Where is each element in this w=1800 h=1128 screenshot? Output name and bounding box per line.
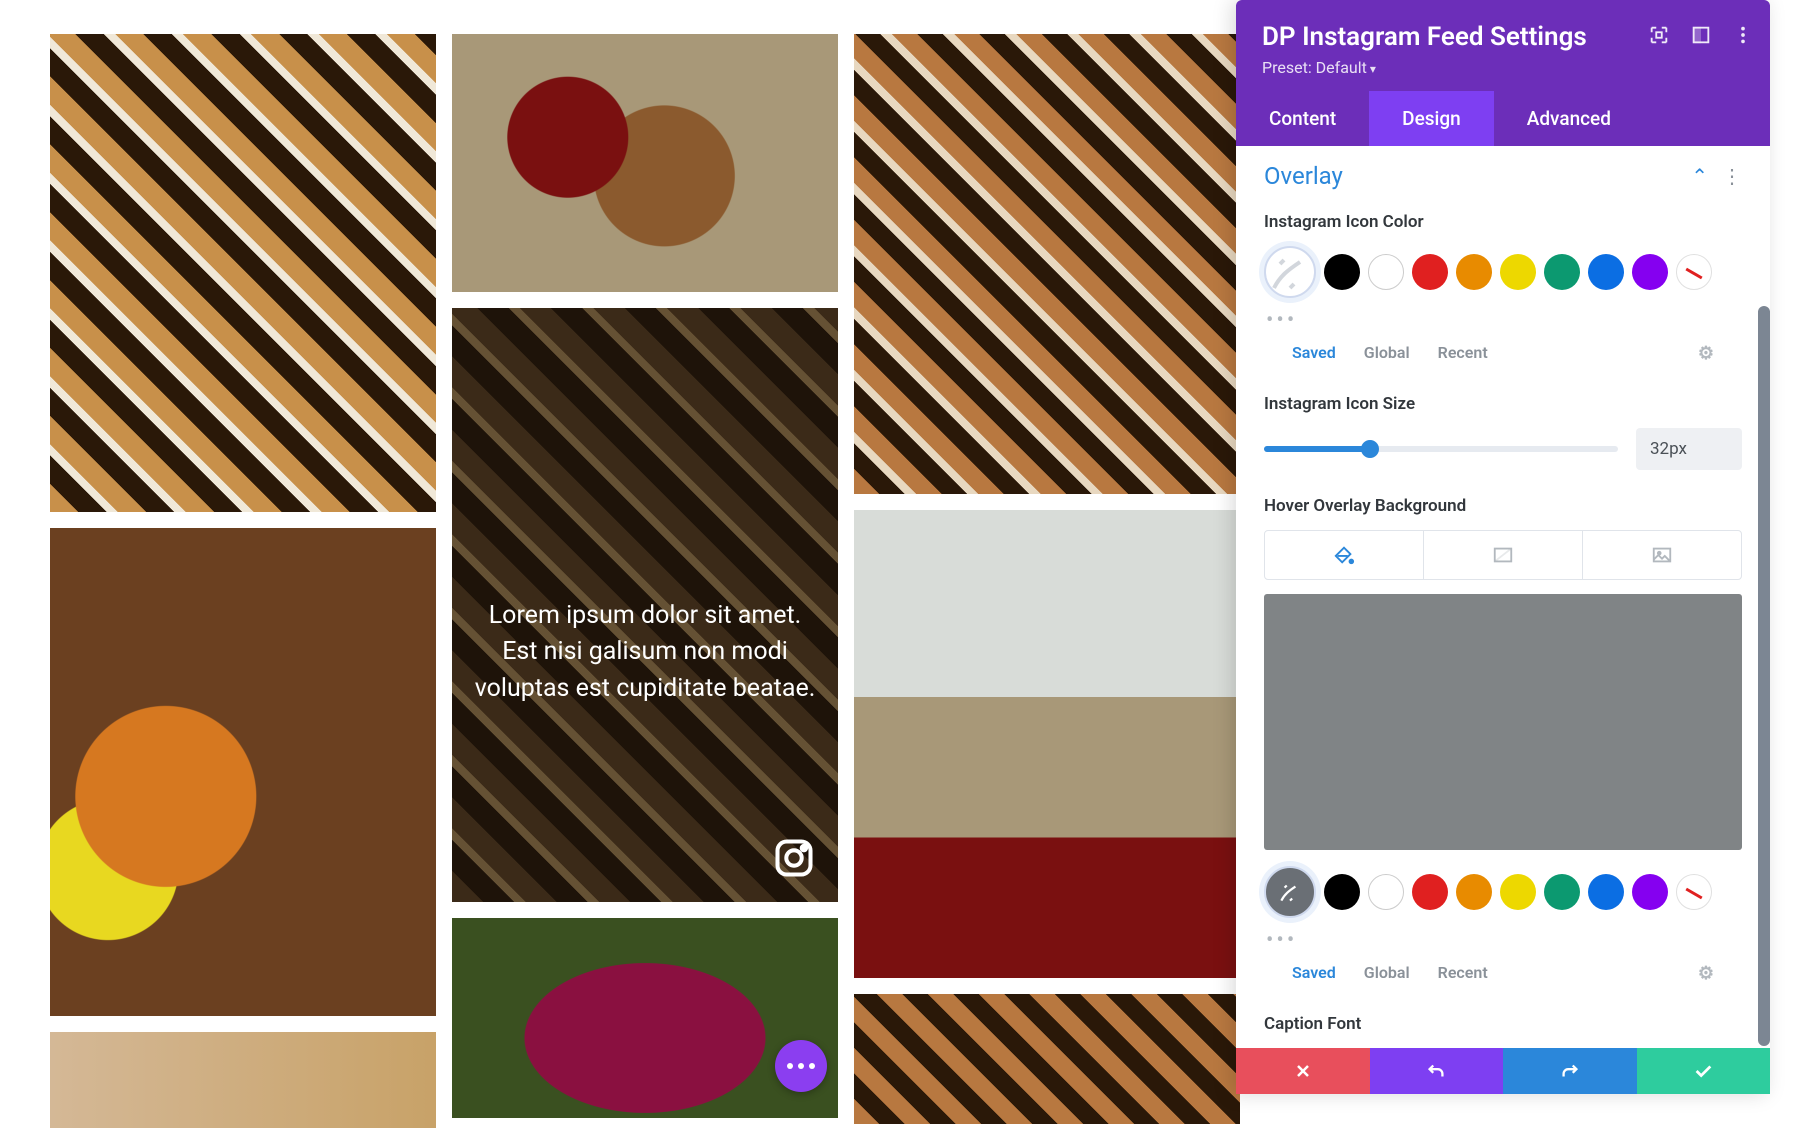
swatch-purple[interactable] xyxy=(1632,254,1668,290)
swatch-selected-eyedropper[interactable] xyxy=(1264,866,1316,918)
feed-image-3-hovered[interactable]: Lorem ipsum dolor sit amet. Est nisi gal… xyxy=(452,308,838,902)
swatch-black[interactable] xyxy=(1324,254,1360,290)
feed-image-7[interactable] xyxy=(50,1032,436,1128)
swatch-none[interactable] xyxy=(1676,254,1712,290)
instagram-caption: Lorem ipsum dolor sit amet. Est nisi gal… xyxy=(474,598,816,707)
bg-color-tab[interactable] xyxy=(1265,531,1424,579)
module-options-fab[interactable] xyxy=(775,1040,827,1092)
swatch-green[interactable] xyxy=(1544,254,1580,290)
icon-size-label: Instagram Icon Size xyxy=(1264,394,1742,414)
swatch-blue[interactable] xyxy=(1588,874,1624,910)
icon-size-input[interactable]: 32px xyxy=(1636,428,1742,470)
bg-image-tab[interactable] xyxy=(1583,531,1741,579)
swatch-selected-transparent[interactable] xyxy=(1264,246,1316,298)
expand-icon[interactable] xyxy=(1648,24,1670,46)
color-tab-recent[interactable]: Recent xyxy=(1438,343,1488,364)
panel-tabs: Content Design Advanced xyxy=(1236,91,1770,146)
feed-image-6[interactable] xyxy=(854,510,1240,978)
caption-font-label: Caption Font xyxy=(1264,1014,1742,1034)
bg-color-preview[interactable] xyxy=(1264,594,1742,850)
bg-gradient-tab[interactable] xyxy=(1424,531,1583,579)
swatch-white[interactable] xyxy=(1368,254,1404,290)
swatch-orange[interactable] xyxy=(1456,874,1492,910)
hover-bg-swatches xyxy=(1264,866,1742,918)
tab-content[interactable]: Content xyxy=(1236,91,1369,146)
color-tab-saved[interactable]: Saved xyxy=(1292,963,1336,984)
undo-button[interactable] xyxy=(1370,1048,1504,1094)
hover-bg-label: Hover Overlay Background xyxy=(1264,496,1742,516)
instagram-feed-grid: Lorem ipsum dolor sit amet. Est nisi gal… xyxy=(50,34,1240,1094)
tab-design[interactable]: Design xyxy=(1369,91,1494,146)
cancel-button[interactable] xyxy=(1236,1048,1370,1094)
swatch-orange[interactable] xyxy=(1456,254,1492,290)
settings-panel: DP Instagram Feed Settings Preset: Defau… xyxy=(1236,0,1770,1094)
icon-size-slider[interactable] xyxy=(1264,446,1618,452)
swatch-green[interactable] xyxy=(1544,874,1580,910)
panel-menu-icon[interactable] xyxy=(1732,24,1754,46)
swatch-blue[interactable] xyxy=(1588,254,1624,290)
section-collapse-icon[interactable]: ⌃ xyxy=(1691,164,1708,188)
instagram-icon xyxy=(772,836,816,880)
icon-color-label: Instagram Icon Color xyxy=(1264,212,1742,232)
swatch-none[interactable] xyxy=(1676,874,1712,910)
feed-image-9[interactable] xyxy=(854,994,1240,1124)
swatch-black[interactable] xyxy=(1324,874,1360,910)
swatch-red[interactable] xyxy=(1412,874,1448,910)
color-settings-icon[interactable]: ⚙ xyxy=(1698,343,1714,364)
swatch-yellow[interactable] xyxy=(1500,254,1536,290)
section-overlay-title[interactable]: Overlay xyxy=(1264,162,1343,190)
redo-button[interactable] xyxy=(1503,1048,1637,1094)
tab-advanced[interactable]: Advanced xyxy=(1494,91,1644,146)
color-tab-global[interactable]: Global xyxy=(1364,963,1410,984)
color-settings-icon[interactable]: ⚙ xyxy=(1698,963,1714,984)
snap-icon[interactable] xyxy=(1690,24,1712,46)
panel-scrollbar[interactable] xyxy=(1758,306,1770,1046)
feed-image-8[interactable] xyxy=(452,918,838,1118)
icon-color-swatches xyxy=(1264,246,1742,298)
swatch-purple[interactable] xyxy=(1632,874,1668,910)
color-tab-recent[interactable]: Recent xyxy=(1438,963,1488,984)
feed-image-5[interactable] xyxy=(50,528,436,1016)
feed-image-2[interactable] xyxy=(452,34,838,292)
swatch-red[interactable] xyxy=(1412,254,1448,290)
feed-image-4[interactable] xyxy=(854,34,1240,494)
swatch-yellow[interactable] xyxy=(1500,874,1536,910)
swatch-more-icon[interactable]: ••• xyxy=(1264,298,1742,333)
color-tab-saved[interactable]: Saved xyxy=(1292,343,1336,364)
bg-type-tabs xyxy=(1264,530,1742,580)
feed-image-1[interactable] xyxy=(50,34,436,512)
swatch-more-icon[interactable]: ••• xyxy=(1264,918,1742,953)
preset-dropdown[interactable]: Preset: Default xyxy=(1262,58,1744,77)
swatch-white[interactable] xyxy=(1368,874,1404,910)
section-menu-icon[interactable]: ⋮ xyxy=(1722,164,1742,188)
color-tab-global[interactable]: Global xyxy=(1364,343,1410,364)
panel-footer xyxy=(1236,1048,1770,1094)
save-button[interactable] xyxy=(1637,1048,1771,1094)
